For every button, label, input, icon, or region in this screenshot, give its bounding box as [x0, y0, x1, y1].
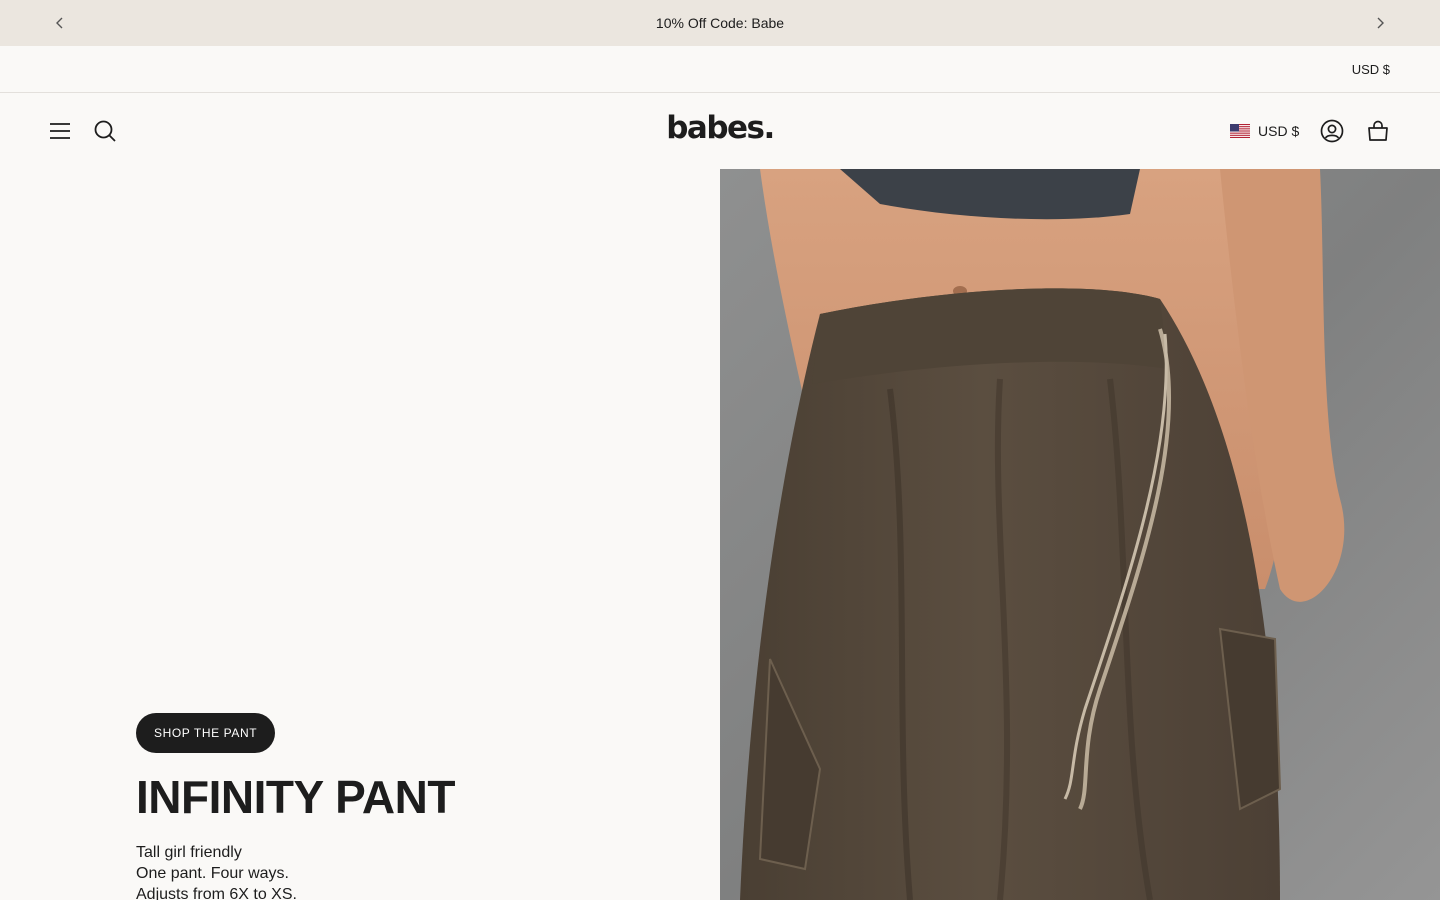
hero-line: One pant. Four ways.: [136, 865, 289, 882]
hero-title: INFINITY PANT: [136, 771, 455, 823]
header-currency-selector[interactable]: USD $: [1230, 120, 1299, 142]
chevron-left-icon[interactable]: [40, 0, 80, 46]
hero-line: Tall girl friendly: [136, 844, 242, 861]
hero-image: [720, 169, 1440, 900]
account-icon[interactable]: [1318, 117, 1346, 145]
header-currency-label: USD $: [1258, 123, 1300, 139]
utility-currency-selector[interactable]: USD $: [1352, 46, 1390, 92]
site-header: babes. USD $: [0, 93, 1440, 169]
announcement-bar: 10% Off Code: Babe: [0, 0, 1440, 46]
hero-line: Adjusts from 6X to XS.: [136, 886, 297, 900]
utility-bar: USD $: [0, 46, 1440, 93]
hero-description: Tall girl friendly One pant. Four ways. …: [136, 842, 297, 900]
site-logo[interactable]: babes.: [0, 110, 1440, 146]
shop-the-pant-button[interactable]: SHOP THE PANT: [136, 713, 276, 753]
announcement-text: 10% Off Code: Babe: [655, 15, 785, 31]
us-flag-icon: [1230, 124, 1250, 138]
chevron-right-icon[interactable]: [1360, 0, 1400, 46]
shopping-bag-icon[interactable]: [1364, 117, 1392, 145]
